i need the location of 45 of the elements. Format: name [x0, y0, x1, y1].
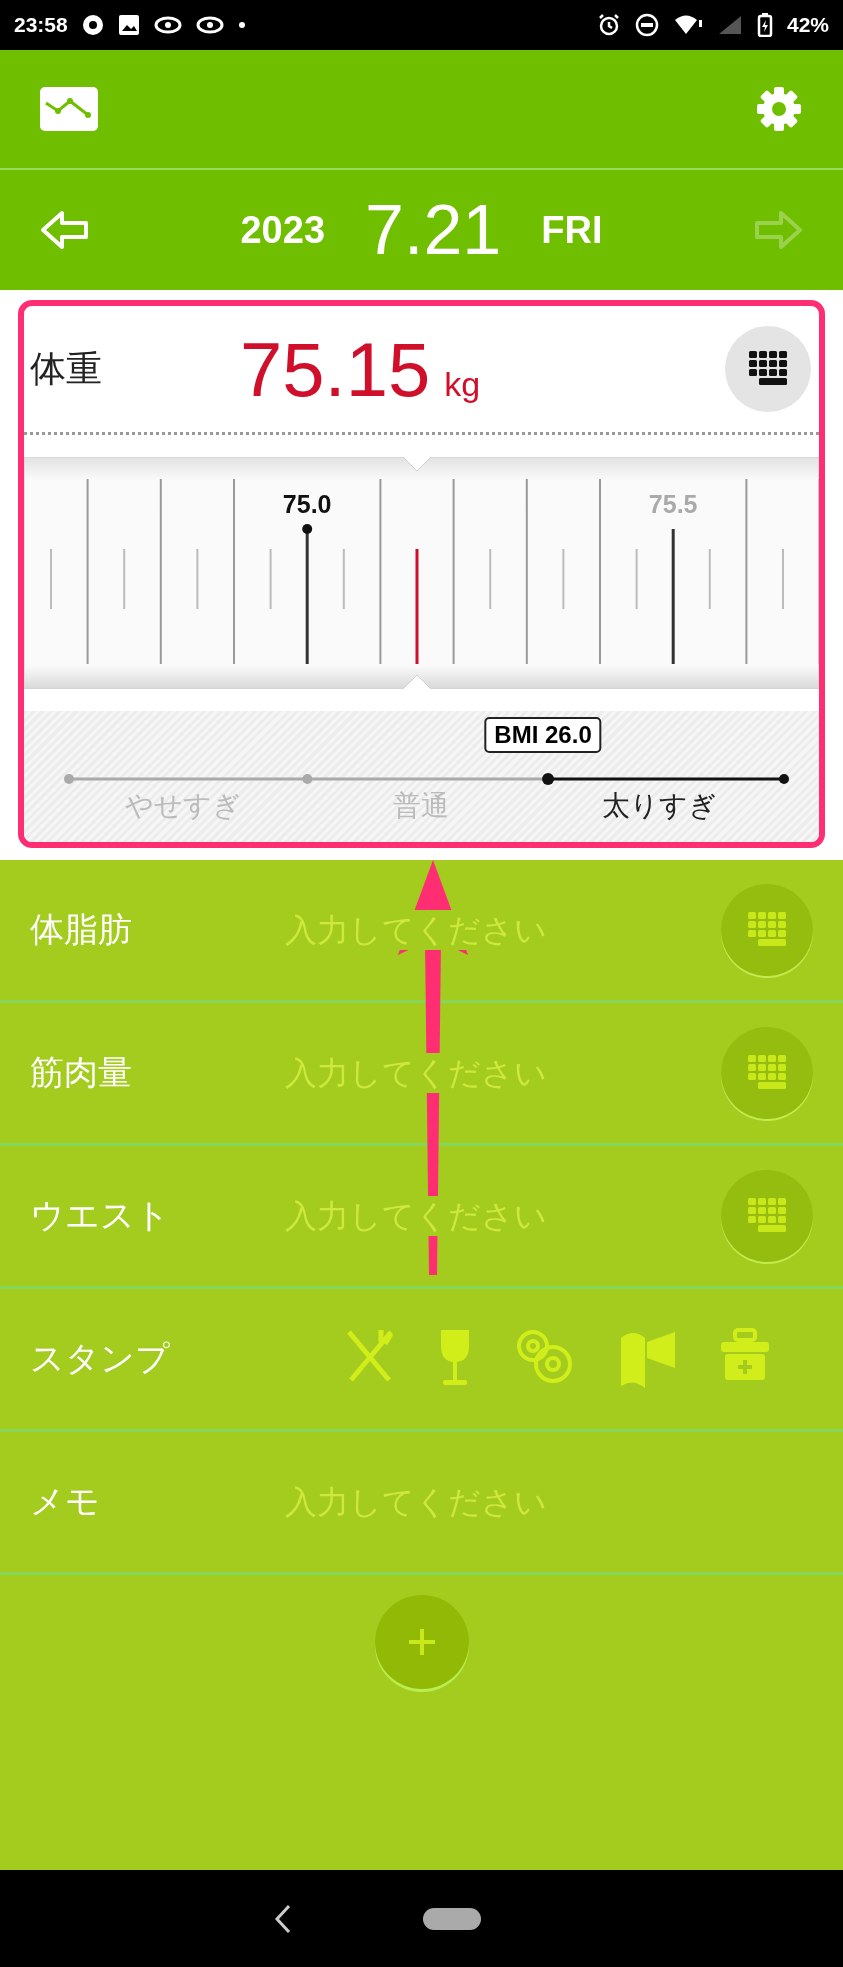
field-label: メモ	[30, 1481, 101, 1522]
dot-icon	[237, 21, 246, 29]
browser-icon	[81, 14, 104, 36]
bmi-category: やせすぎ	[124, 789, 243, 823]
first-aid-kit-icon	[719, 1328, 771, 1382]
wifi-icon	[672, 14, 703, 36]
dumbbell-plates-icon	[515, 1328, 575, 1384]
bmi-category: 普通	[392, 789, 451, 823]
field-label: 筋肉量	[30, 1052, 133, 1093]
keypad-icon	[748, 351, 788, 387]
ruler-label: 75.5	[648, 490, 698, 518]
bmi-value: BMI 26.0	[484, 717, 602, 753]
bmi-category: 太りすぎ	[601, 789, 719, 823]
right-arrow-icon	[753, 210, 803, 250]
field-label: 体脂肪	[30, 909, 133, 950]
clock: 23:58	[14, 13, 68, 37]
ruler-drawing[interactable]: 75.0 75.5	[24, 457, 819, 689]
keypad-icon	[747, 1198, 787, 1234]
line-graph-icon	[40, 87, 98, 131]
previous-day-button[interactable]	[40, 210, 90, 250]
battery-icon	[756, 13, 773, 37]
battery-level: 42%	[786, 13, 829, 37]
graph-button[interactable]	[40, 87, 98, 131]
year: 2023	[240, 208, 326, 252]
settings-icon	[755, 85, 803, 133]
eye-icon	[153, 16, 182, 34]
ruler-label: 75.0	[282, 490, 332, 518]
field-label: スタンプ	[30, 1338, 171, 1379]
keypad-icon	[747, 1055, 787, 1091]
home-button[interactable]	[422, 1907, 481, 1930]
eye-icon	[195, 16, 224, 34]
date: 7.21	[365, 190, 502, 270]
plus-icon	[406, 1627, 437, 1657]
weekday: FRI	[541, 208, 603, 252]
back-icon[interactable]	[272, 1903, 293, 1934]
do-not-disturb-icon	[634, 13, 659, 37]
fork-and-knife-icon	[345, 1328, 395, 1384]
settings-button[interactable]	[755, 85, 803, 133]
weight-value: 75.15	[240, 325, 431, 413]
weight-label: 体重	[30, 346, 103, 391]
image-icon	[117, 14, 140, 36]
field-label: ウエスト	[30, 1195, 171, 1236]
keypad-icon	[747, 912, 787, 948]
weight-unit: kg	[444, 364, 481, 404]
left-arrow-icon	[40, 210, 90, 250]
